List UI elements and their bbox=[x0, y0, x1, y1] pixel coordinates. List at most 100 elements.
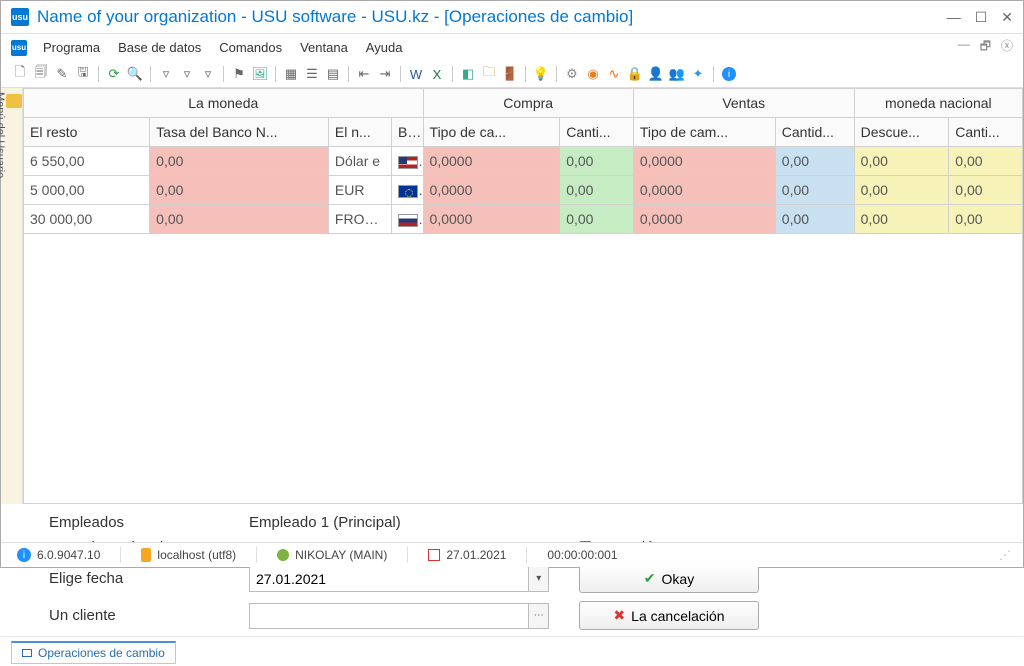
tool-filter-icon[interactable]: ▿ bbox=[157, 65, 175, 83]
label-empleados: Empleados bbox=[49, 514, 249, 531]
status-time: 00:00:00:001 bbox=[547, 548, 617, 562]
tool-excel-icon[interactable]: X bbox=[428, 65, 446, 83]
table-row[interactable]: 6 550,000,00Dólar e0,00000,000,00000,000… bbox=[24, 147, 1023, 176]
column-header-row: El resto Tasa del Banco N... El n... B..… bbox=[24, 118, 1023, 147]
form-panel: Empleados Empleado 1 (Principal) moneda … bbox=[1, 504, 1023, 636]
fecha-combo[interactable]: ▾ bbox=[249, 566, 549, 592]
tool-card-icon[interactable]: ▤ bbox=[324, 65, 342, 83]
tool-wand-icon[interactable]: ✦ bbox=[689, 65, 707, 83]
tool-color-icon[interactable]: ◉ bbox=[584, 65, 602, 83]
app-menu-icon[interactable]: usu bbox=[11, 40, 27, 56]
tool-window-icon[interactable]: ◧ bbox=[459, 65, 477, 83]
menu-base-datos[interactable]: Base de datos bbox=[110, 38, 209, 57]
tool-filter2-icon[interactable]: ▿ bbox=[178, 65, 196, 83]
group-moneda[interactable]: La moneda bbox=[24, 89, 424, 118]
col-nombre[interactable]: El n... bbox=[328, 118, 391, 147]
info-icon: i bbox=[17, 548, 31, 562]
group-ventas[interactable]: Ventas bbox=[633, 89, 854, 118]
tool-grid-icon[interactable]: ▦ bbox=[282, 65, 300, 83]
tool-import-icon[interactable]: ⇤ bbox=[355, 65, 373, 83]
col-compra-cant[interactable]: Canti... bbox=[560, 118, 634, 147]
tool-lock-icon[interactable]: 🔒 bbox=[626, 65, 644, 83]
status-host: localhost (utf8) bbox=[157, 548, 236, 562]
tool-folder-icon[interactable]: 🗀 bbox=[480, 65, 498, 83]
mdi-close-icon[interactable]: ⓧ bbox=[1001, 37, 1013, 58]
menu-ventana[interactable]: Ventana bbox=[292, 38, 356, 57]
group-compra[interactable]: Compra bbox=[423, 89, 633, 118]
col-bandera[interactable]: B... bbox=[392, 118, 424, 147]
status-user: NIKOLAY (MAIN) bbox=[295, 548, 387, 562]
flag-eu-icon bbox=[398, 185, 418, 198]
user-icon bbox=[277, 549, 289, 561]
tab-label: Operaciones de cambio bbox=[38, 646, 165, 660]
col-nac-cant[interactable]: Canti... bbox=[949, 118, 1023, 147]
fecha-input[interactable] bbox=[249, 566, 528, 592]
cliente-input[interactable] bbox=[249, 603, 528, 629]
resize-grip-icon[interactable]: ⋰ bbox=[999, 548, 1013, 562]
tab-icon bbox=[22, 649, 32, 657]
menu-comandos[interactable]: Comandos bbox=[211, 38, 290, 57]
folder-icon bbox=[6, 94, 22, 108]
menubar: usu Programa Base de datos Comandos Vent… bbox=[1, 34, 1023, 61]
cliente-combo[interactable]: ⋯ bbox=[249, 603, 549, 629]
tool-edit-icon[interactable]: ✎ bbox=[53, 65, 71, 83]
mdi-minimize-icon[interactable]: — bbox=[958, 37, 970, 58]
value-empleados: Empleado 1 (Principal) bbox=[249, 514, 549, 531]
tabbar: Operaciones de cambio bbox=[1, 636, 1023, 666]
tool-export-icon[interactable]: ⇥ bbox=[376, 65, 394, 83]
group-header-row: La moneda Compra Ventas moneda nacional bbox=[24, 89, 1023, 118]
tool-bulb-icon[interactable]: 💡 bbox=[532, 65, 550, 83]
label-cliente: Un cliente bbox=[49, 607, 249, 624]
menu-ayuda[interactable]: Ayuda bbox=[358, 38, 411, 57]
col-descuento[interactable]: Descue... bbox=[854, 118, 949, 147]
label-fecha: Elige fecha bbox=[49, 570, 249, 587]
statusbar: i 6.0.9047.10 localhost (utf8) NIKOLAY (M… bbox=[1, 542, 1023, 567]
tool-search-icon[interactable]: 🔍 bbox=[126, 65, 144, 83]
tool-copy-icon[interactable]: 🗐 bbox=[32, 65, 50, 83]
minimize-icon[interactable]: — bbox=[947, 9, 961, 26]
tool-rss-icon[interactable]: ∿ bbox=[605, 65, 623, 83]
okay-button[interactable]: ✔Okay bbox=[579, 564, 759, 593]
status-version: 6.0.9047.10 bbox=[37, 548, 100, 562]
col-resto[interactable]: El resto bbox=[24, 118, 150, 147]
table-row[interactable]: 30 000,000,00FROTAI0,00000,000,00000,000… bbox=[24, 205, 1023, 234]
database-icon bbox=[141, 548, 151, 562]
window-title: Name of your organization - USU software… bbox=[37, 7, 633, 27]
tool-users-icon[interactable]: 👥 bbox=[668, 65, 686, 83]
status-date: 27.01.2021 bbox=[446, 548, 506, 562]
tool-image-icon[interactable]: 🖼 bbox=[251, 65, 269, 83]
tool-refresh-icon[interactable]: ⟳ bbox=[105, 65, 123, 83]
tool-new-icon[interactable]: 🗋 bbox=[11, 65, 29, 83]
tool-filter3-icon[interactable]: ▿ bbox=[199, 65, 217, 83]
close-icon[interactable]: ✕ bbox=[1001, 9, 1013, 26]
tab-operaciones[interactable]: Operaciones de cambio bbox=[11, 641, 176, 664]
tool-flag-icon[interactable]: ⚑ bbox=[230, 65, 248, 83]
table-row[interactable]: 5 000,000,00EUR0,00000,000,00000,000,000… bbox=[24, 176, 1023, 205]
maximize-icon[interactable]: ☐ bbox=[975, 9, 988, 26]
mdi-restore-icon[interactable]: 🗗 bbox=[980, 37, 991, 58]
col-ventas-cant[interactable]: Cantid... bbox=[775, 118, 854, 147]
col-compra-tipo[interactable]: Tipo de ca... bbox=[423, 118, 560, 147]
group-nacional[interactable]: moneda nacional bbox=[854, 89, 1022, 118]
tool-gear-icon[interactable]: ⚙ bbox=[563, 65, 581, 83]
tool-info-icon[interactable]: i bbox=[720, 65, 738, 83]
sidebar-user-menu[interactable]: Menú del Usuario bbox=[1, 88, 23, 504]
currency-grid[interactable]: La moneda Compra Ventas moneda nacional … bbox=[23, 88, 1023, 234]
dropdown-icon[interactable]: ▾ bbox=[528, 566, 549, 592]
cancel-button[interactable]: ✖La cancelación bbox=[579, 601, 759, 630]
flag-us-icon bbox=[398, 156, 418, 169]
tool-user-icon[interactable]: 👤 bbox=[647, 65, 665, 83]
tool-save-icon[interactable]: 🖫 bbox=[74, 65, 92, 83]
titlebar: usu Name of your organization - USU soft… bbox=[1, 1, 1023, 34]
tool-door-icon[interactable]: 🚪 bbox=[501, 65, 519, 83]
app-logo-icon: usu bbox=[11, 8, 29, 26]
tool-tree-icon[interactable]: ☰ bbox=[303, 65, 321, 83]
col-tasa[interactable]: Tasa del Banco N... bbox=[150, 118, 329, 147]
ellipsis-icon[interactable]: ⋯ bbox=[528, 603, 549, 629]
calendar-icon bbox=[428, 549, 440, 561]
tool-word-icon[interactable]: W bbox=[407, 65, 425, 83]
menu-programa[interactable]: Programa bbox=[35, 38, 108, 57]
sidebar-label: Menú del Usuario bbox=[0, 92, 6, 178]
flag-ru-icon bbox=[398, 214, 418, 227]
col-ventas-tipo[interactable]: Tipo de cam... bbox=[633, 118, 775, 147]
